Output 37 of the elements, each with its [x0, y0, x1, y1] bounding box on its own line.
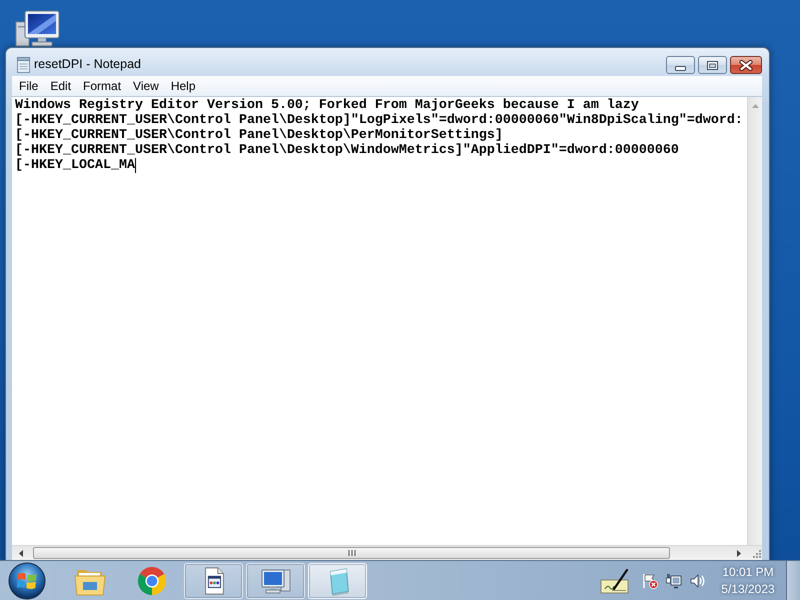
flag-icon[interactable] [642, 572, 658, 588]
text-area[interactable] [12, 97, 747, 545]
minimize-icon [675, 66, 686, 70]
left-arrow-icon [19, 550, 23, 556]
menu-item[interactable]: View [127, 77, 165, 95]
window-title: resetDPI - Notepad [34, 56, 141, 73]
text-line: [-HKEY_CURRENT_USER\Control Panel\Desktop]"LogPixels"=dword:00000060"Win8DpiScaling"=dword: [15, 113, 744, 128]
up-arrow-icon [752, 104, 758, 108]
text-line: [-HKEY_LOCAL_MA [15, 158, 136, 173]
menu-item[interactable]: Format [77, 77, 128, 95]
menu-item[interactable]: File [13, 77, 44, 95]
notepad-icon [17, 57, 30, 73]
speaker-icon[interactable] [690, 572, 706, 588]
pen-tablet-icon[interactable] [600, 566, 630, 594]
grip-icon [348, 550, 356, 556]
maximize-icon [707, 60, 718, 70]
text-line: [-HKEY_CURRENT_USER\Control Panel\Desktop\PerMonitorSettings] [15, 128, 504, 143]
start-orb-icon [8, 562, 46, 600]
network-icon[interactable] [666, 572, 682, 588]
scrollbar-thumb[interactable] [33, 547, 670, 559]
computer-icon[interactable] [15, 10, 61, 47]
menu-item[interactable]: Edit [44, 77, 78, 95]
size-grip-icon[interactable] [750, 547, 762, 559]
vertical-scrollbar[interactable] [747, 97, 762, 545]
menu-item[interactable]: Help [164, 77, 202, 95]
start-button[interactable] [8, 562, 46, 600]
taskbar-button[interactable] [184, 562, 243, 598]
maximize-button[interactable] [698, 56, 727, 74]
right-arrow-icon [737, 550, 741, 556]
close-button[interactable] [730, 56, 762, 74]
browser-icon [136, 566, 168, 596]
text-line: Windows Registry Editor Version 5.00; Forked From MajorGeeks because I am lazy [15, 98, 640, 113]
close-icon [739, 60, 753, 70]
minimize-button[interactable] [666, 56, 695, 74]
horizontal-scrollbar[interactable] [12, 545, 762, 560]
show-desktop-button[interactable] [786, 561, 800, 600]
text-line: [-HKEY_CURRENT_USER\Control Panel\Desktop\WindowMetrics]"AppliedDPI"=dword:00000060 [15, 143, 680, 158]
